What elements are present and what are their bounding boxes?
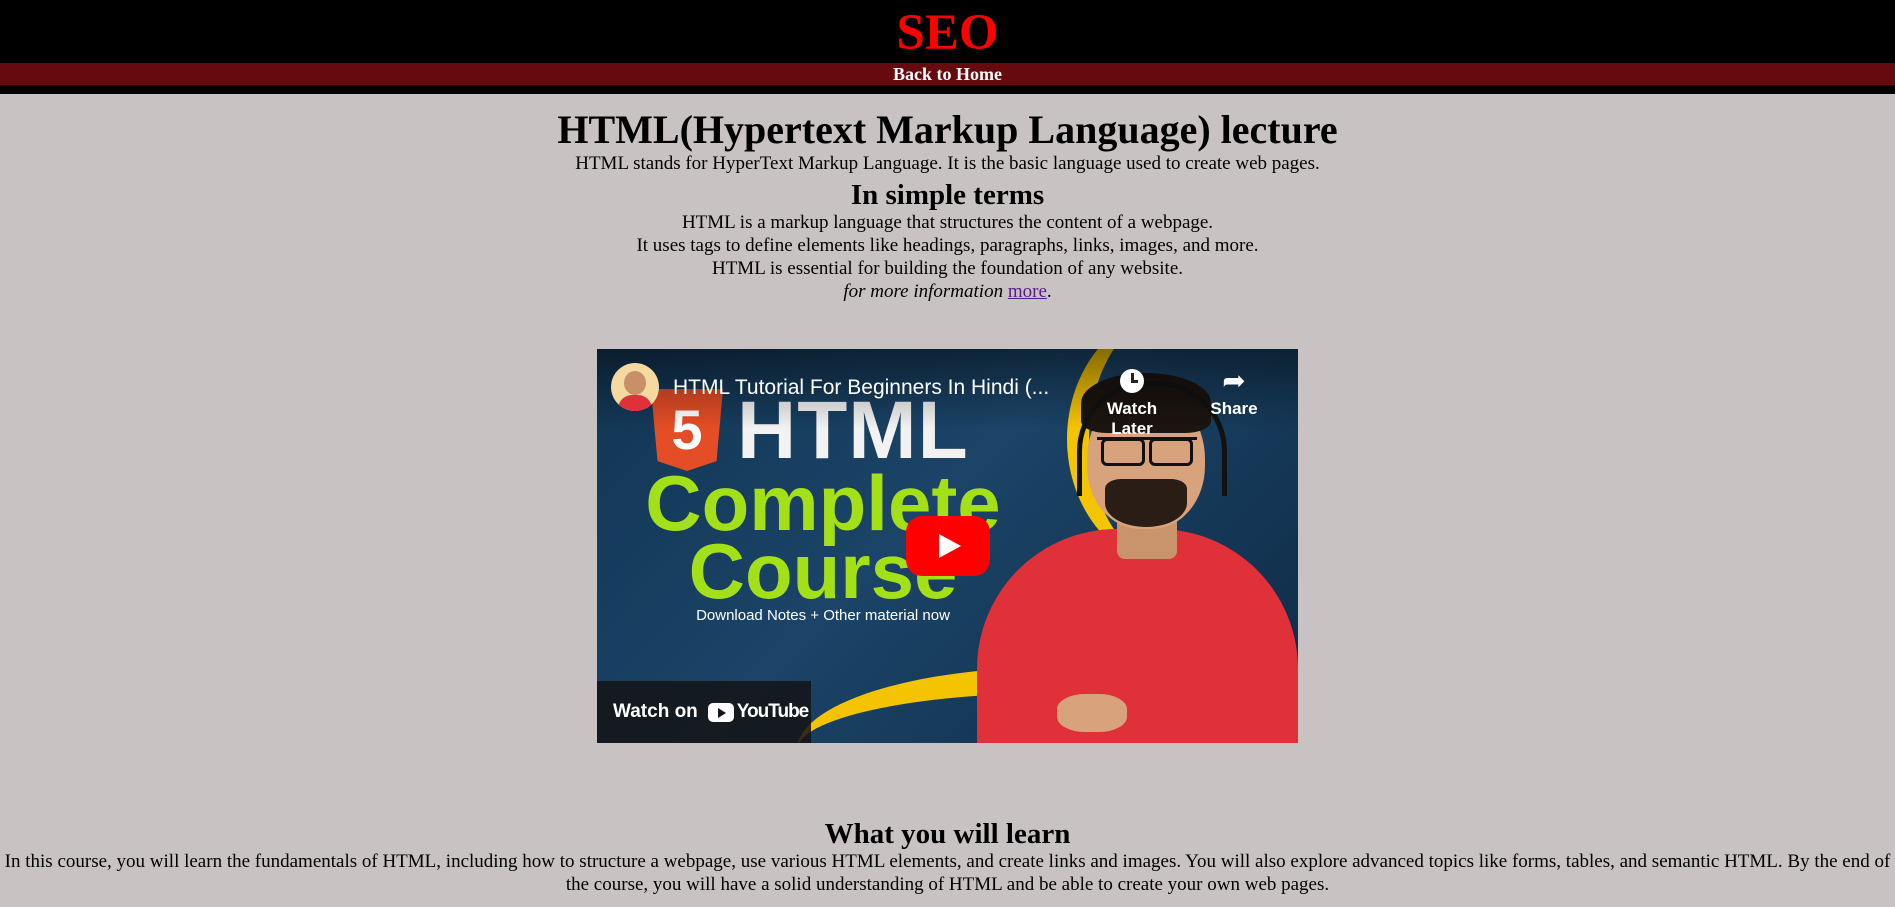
clock-icon (1120, 369, 1144, 393)
watch-later-button[interactable]: Watch Later (1087, 363, 1177, 439)
watch-on-label: Watch on (613, 701, 698, 722)
youtube-logo-icon: YouTube (707, 701, 809, 723)
youtube-logo-text: YouTube (736, 701, 809, 722)
site-header: SEO Back to Home (0, 0, 1895, 94)
simple-terms-line-1: HTML is a markup language that structure… (681, 212, 1214, 233)
share-arrow-icon: ➦ (1222, 365, 1246, 396)
youtube-video-embed[interactable]: 5 HTML Complete Course Download Notes + … (597, 349, 1298, 743)
intro-text: HTML stands for HyperText Markup Languag… (575, 153, 1320, 174)
back-to-home-link[interactable]: Back to Home (893, 64, 1002, 84)
nav-bar: Back to Home (0, 63, 1895, 85)
simple-terms-heading: In simple terms (850, 179, 1045, 211)
what-you-will-learn-heading: What you will learn (824, 818, 1071, 850)
more-link[interactable]: more (1008, 281, 1047, 302)
video-title[interactable]: HTML Tutorial For Beginners In Hindi (..… (673, 375, 1093, 401)
page-title: HTML(Hypertext Markup Language) lecture (557, 107, 1338, 152)
thumbnail-notes-text: Download Notes + Other material now (696, 607, 950, 624)
play-button[interactable] (906, 516, 990, 576)
site-title: SEO (896, 5, 999, 61)
more-info-suffix: . (1046, 281, 1052, 302)
channel-avatar[interactable] (611, 363, 659, 411)
simple-terms-line-2: It uses tags to define elements like hea… (636, 235, 1259, 256)
share-label: Share (1210, 399, 1258, 418)
more-info-prefix: for more information (843, 281, 1004, 302)
more-info-line: for more information more. (0, 280, 1895, 303)
what-you-will-learn-text: In this course, you will learn the funda… (4, 851, 1891, 895)
simple-terms-line-3: HTML is essential for building the found… (711, 258, 1184, 279)
watch-on-youtube-button[interactable]: Watch on YouTube (597, 681, 811, 743)
share-button[interactable]: ➦ Share (1189, 363, 1279, 419)
watch-later-label: Watch Later (1106, 399, 1158, 438)
main-content: HTML(Hypertext Markup Language) lecture … (0, 108, 1895, 896)
